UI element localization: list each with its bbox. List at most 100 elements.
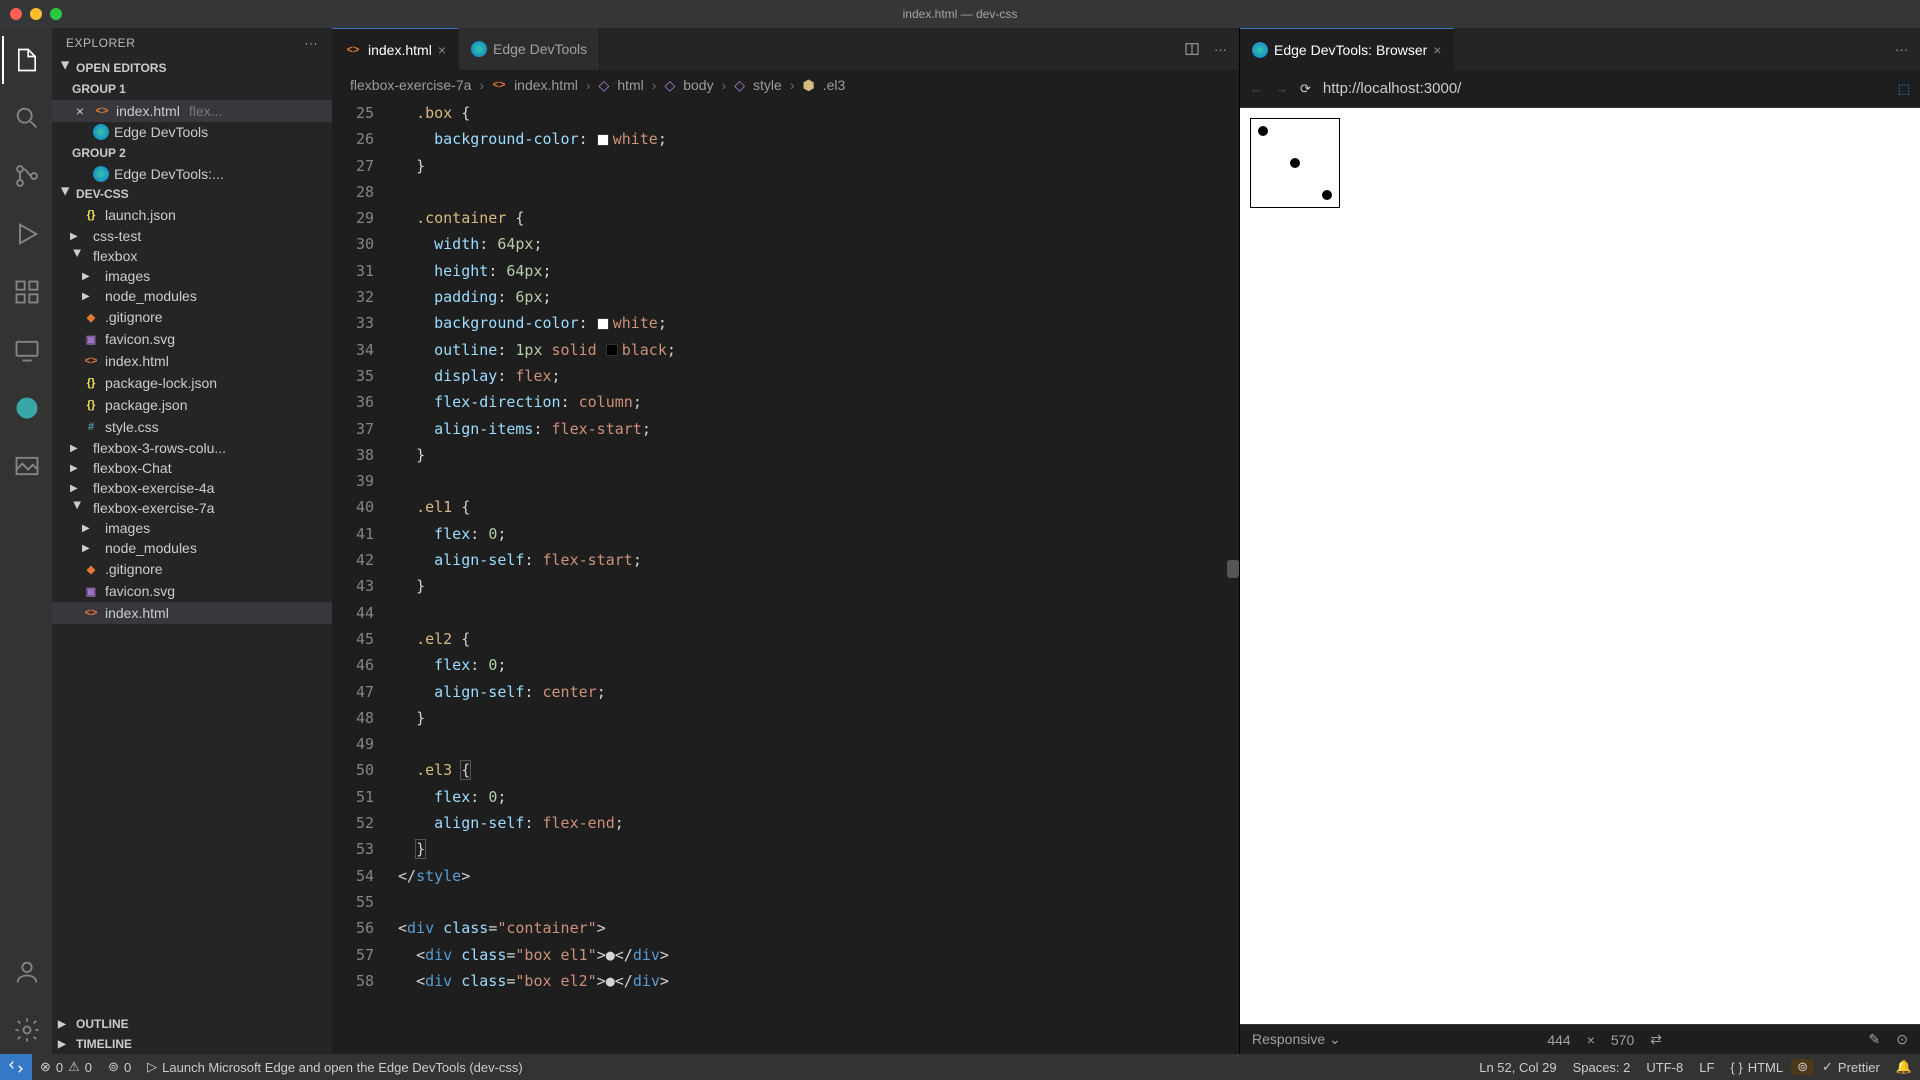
tree-item-folder[interactable]: ▶css-test [52,226,332,246]
outline-section[interactable]: ▶OUTLINE [52,1014,332,1034]
explorer-icon[interactable] [2,36,50,84]
tree-item-folder[interactable]: ▶images [52,266,332,286]
maximize-window-button[interactable] [50,8,62,20]
prettier-button[interactable]: ✓ Prettier [1814,1059,1888,1075]
crumb[interactable]: index.html [514,77,578,93]
go-live-button[interactable]: ⊚ [1791,1059,1814,1075]
vscode-window: index.html — dev-css EXPLORER ··· ▶OPEN … [0,0,1920,1080]
tree-label: flexbox-3-rows-colu... [93,440,226,456]
close-icon[interactable]: × [1433,42,1441,58]
address-bar[interactable]: http://localhost:3000/ [1323,76,1886,101]
tree-label: css-test [93,228,141,244]
open-editor-browser[interactable]: Edge DevTools:... [52,164,332,184]
open-editor-index[interactable]: ×<>index.htmlflex... [52,100,332,122]
eol-button[interactable]: LF [1691,1059,1722,1075]
tree-item-folder[interactable]: ▶node_modules [52,538,332,558]
tab-index-html[interactable]: <>index.html× [332,28,459,70]
run-debug-icon[interactable] [2,210,50,258]
search-icon[interactable] [2,94,50,142]
forward-icon[interactable]: → [1275,81,1288,96]
close-icon[interactable]: × [72,103,88,119]
source-control-icon[interactable] [2,152,50,200]
tree-item-folder[interactable]: ▶flexbox-exercise-4a [52,478,332,498]
crumb[interactable]: html [617,77,643,93]
tab-browser[interactable]: Edge DevTools: Browser × [1240,28,1454,70]
tab-label: Edge DevTools [493,41,587,57]
responsive-dropdown[interactable]: Responsive ⌄ [1252,1031,1341,1048]
tree-item-folder[interactable]: ▶images [52,518,332,538]
launch-config[interactable]: ▷Launch Microsoft Edge and open the Edge… [139,1059,531,1075]
tab-label: Edge DevTools: Browser [1274,42,1427,58]
settings-gear-icon[interactable] [2,1006,50,1054]
viewport-width[interactable]: 444 [1547,1032,1570,1048]
tree-item[interactable]: <>index.html [52,602,332,624]
tree-item[interactable]: {}launch.json [52,204,332,226]
tree-item[interactable]: {}package.json [52,394,332,416]
back-icon[interactable]: ← [1250,81,1263,96]
ports-button[interactable]: ⊚0 [100,1059,139,1075]
language-mode[interactable]: { } HTML [1722,1059,1791,1075]
tree-item-folder[interactable]: ▶node_modules [52,286,332,306]
close-icon[interactable]: × [438,42,446,58]
tree-item-folder[interactable]: ▶flexbox-3-rows-colu... [52,438,332,458]
encoding-button[interactable]: UTF-8 [1638,1059,1691,1075]
open-editor-devtools[interactable]: Edge DevTools [52,122,332,142]
editor-group-2: Edge DevTools: Browser × ··· ← → ⟳ http:/… [1240,28,1920,1054]
tree-item[interactable]: {}package-lock.json [52,372,332,394]
close-icon[interactable]: × [1587,1032,1595,1048]
tree-item[interactable]: <>index.html [52,350,332,372]
viewport-height[interactable]: 570 [1611,1032,1634,1048]
window-controls [10,8,62,20]
code-editor[interactable]: 25 26 27 28 29 30 31 32 33 34 35 36 37 3… [332,100,1239,1054]
browser-preview[interactable] [1240,108,1920,1024]
project-section[interactable]: ▶DEV-CSS [52,184,332,204]
tab-edge-devtools[interactable]: Edge DevTools [459,28,600,70]
remote-button[interactable] [0,1054,32,1080]
tree-item-folder[interactable]: ▶flexbox [52,246,332,266]
inspect-icon[interactable]: ⬚ [1898,81,1910,97]
tree-item-folder[interactable]: ▶flexbox-exercise-7a [52,498,332,518]
open-editors-section[interactable]: ▶OPEN EDITORS [52,58,332,78]
crumb[interactable]: flexbox-exercise-7a [350,77,471,93]
file-label: Edge DevTools [114,124,208,140]
code-content[interactable]: .box { background-color: white; } .conta… [392,100,1239,1054]
crumb[interactable]: body [683,77,713,93]
errors-button[interactable]: ⊗0 ⚠0 [32,1059,100,1075]
minimize-window-button[interactable] [30,8,42,20]
indent-button[interactable]: Spaces: 2 [1565,1059,1639,1075]
tree-item-folder[interactable]: ▶flexbox-Chat [52,458,332,478]
minimap-slider[interactable] [1227,560,1239,578]
error-icon: ⊗ [40,1059,51,1075]
radio-icon: ⊚ [108,1059,119,1075]
image-tools-icon[interactable] [2,442,50,490]
edit-icon[interactable]: ✎ [1869,1031,1881,1048]
timeline-section[interactable]: ▶TIMELINE [52,1034,332,1054]
tree-label: images [105,520,150,536]
notifications-icon[interactable]: 🔔 [1888,1059,1920,1075]
close-window-button[interactable] [10,8,22,20]
tree-item[interactable]: #style.css [52,416,332,438]
extensions-icon[interactable] [2,268,50,316]
activity-bar [0,28,52,1054]
tab-bar-2: Edge DevTools: Browser × ··· [1240,28,1920,70]
split-editor-icon[interactable] [1184,41,1200,57]
edge-tools-icon[interactable] [2,384,50,432]
more-actions-icon[interactable]: ··· [1895,42,1908,57]
remote-icon[interactable] [2,326,50,374]
crumb[interactable]: style [753,77,782,93]
tree-item[interactable]: ◆.gitignore [52,306,332,328]
accounts-icon[interactable] [2,948,50,996]
sidebar-more-icon[interactable]: ··· [305,36,319,50]
tree-item[interactable]: ▣favicon.svg [52,580,332,602]
breadcrumb[interactable]: flexbox-exercise-7a› <>index.html› ◇html… [332,70,1239,100]
more-actions-icon[interactable]: ··· [1214,42,1227,57]
tree-item[interactable]: ▣favicon.svg [52,328,332,350]
cursor-position[interactable]: Ln 52, Col 29 [1471,1059,1564,1075]
reload-icon[interactable]: ⟳ [1300,81,1311,97]
crumb[interactable]: .el3 [823,77,846,93]
window-title: index.html — dev-css [903,7,1018,21]
settings-icon[interactable]: ⊙ [1896,1031,1908,1048]
tree-item[interactable]: ◆.gitignore [52,558,332,580]
rotate-icon[interactable]: ⇄ [1650,1031,1662,1048]
dot-el3 [1322,190,1332,200]
